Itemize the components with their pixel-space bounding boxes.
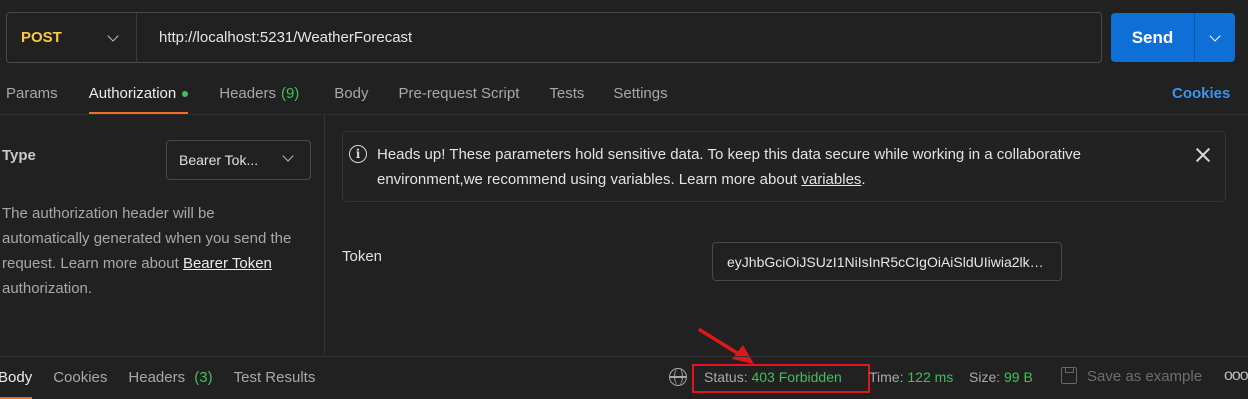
alert-message: Heads up! These parameters hold sensitiv… <box>377 146 1082 188</box>
tab-label: Test Results <box>233 369 316 386</box>
alert-text: Heads up! These parameters hold sensitiv… <box>377 142 1167 192</box>
chevron-down-icon <box>282 150 294 162</box>
tab-label: Body <box>0 369 33 386</box>
send-button-group: Send <box>1111 13 1235 62</box>
headers-count: (9) <box>280 85 300 102</box>
response-tab-body[interactable]: Body <box>0 357 33 399</box>
response-tab-cookies[interactable]: Cookies <box>53 357 107 399</box>
response-tab-headers[interactable]: Headers (3) <box>128 357 212 399</box>
more-options-icon[interactable]: ooo <box>1224 367 1248 385</box>
tab-params[interactable]: Params <box>6 78 58 114</box>
request-tabs: Params Authorization Headers (9) Body Pr… <box>0 78 668 114</box>
response-time[interactable]: Time: 122 ms <box>869 369 953 385</box>
auth-description: The authorization header will be automat… <box>2 201 302 301</box>
chevron-down-icon <box>107 29 119 42</box>
tab-authorization[interactable]: Authorization <box>88 78 189 114</box>
auth-type-panel: Type Bearer Tok... The authorization hea… <box>0 115 325 357</box>
globe-icon[interactable] <box>669 368 687 386</box>
variables-link[interactable]: variables <box>801 171 861 188</box>
url-input[interactable]: http://localhost:5231/WeatherForecast <box>137 29 412 46</box>
info-icon: i <box>349 145 367 163</box>
status-label: Status: <box>704 369 748 385</box>
close-icon[interactable] <box>1195 147 1211 163</box>
tab-label: Headers <box>128 369 186 386</box>
tab-headers[interactable]: Headers (9) <box>219 78 299 114</box>
tab-tests[interactable]: Tests <box>549 78 584 114</box>
tab-label: Settings <box>613 85 668 102</box>
method-label: POST <box>21 29 62 46</box>
response-tab-test-results[interactable]: Test Results <box>234 357 316 399</box>
tab-label: Pre-request Script <box>398 85 520 102</box>
send-button[interactable]: Send <box>1111 13 1195 62</box>
auth-type-select[interactable]: Bearer Tok... <box>166 140 311 180</box>
tab-label: Headers <box>219 85 276 102</box>
sensitive-data-alert: i Heads up! These parameters hold sensit… <box>342 131 1226 202</box>
auth-type-value: Bearer Tok... <box>179 152 259 168</box>
annotation-arrow-icon <box>698 328 754 364</box>
token-label: Token <box>342 248 383 265</box>
chevron-down-icon <box>1209 29 1221 42</box>
response-size[interactable]: Size: 99 B <box>969 369 1033 385</box>
auth-desc-end: authorization. <box>2 280 93 297</box>
active-dot-icon <box>182 91 189 97</box>
tab-label: Params <box>6 85 58 102</box>
tab-label: Authorization <box>88 85 177 102</box>
cookies-link[interactable]: Cookies <box>1172 85 1230 102</box>
tab-settings[interactable]: Settings <box>613 78 667 114</box>
bearer-token-link[interactable]: Bearer Token <box>183 255 272 272</box>
tab-pre-request-script[interactable]: Pre-request Script <box>399 78 520 114</box>
response-status[interactable]: Status: 403 Forbidden <box>704 369 842 385</box>
time-value: 122 ms <box>907 369 954 385</box>
headers-count: (3) <box>194 369 213 386</box>
size-value: 99 B <box>1004 369 1033 385</box>
token-value: eyJhbGciOiJSUzI1NiIsInR5cCIgOiAiSldUIiwi… <box>727 253 1047 270</box>
type-label: Type <box>2 147 36 164</box>
status-value: 403 Forbidden <box>751 369 842 385</box>
tab-label: Body <box>334 85 369 102</box>
save-icon <box>1061 367 1077 384</box>
time-label: Time: <box>869 369 904 385</box>
request-url-bar: POST http://localhost:5231/WeatherForeca… <box>6 12 1102 63</box>
size-label: Size: <box>969 369 1001 385</box>
tab-label: Tests <box>549 85 585 102</box>
send-options-button[interactable] <box>1195 13 1235 62</box>
alert-end: . <box>861 171 866 188</box>
save-as-example-button[interactable]: Save as example <box>1087 368 1202 385</box>
token-input[interactable]: eyJhbGciOiJSUzI1NiIsInR5cCIgOiAiSldUIiwi… <box>712 242 1062 281</box>
method-select[interactable]: POST <box>7 13 137 62</box>
tab-label: Cookies <box>53 369 108 386</box>
response-tabs: Body Cookies Headers (3) Test Results <box>0 357 315 399</box>
tab-body[interactable]: Body <box>334 78 368 114</box>
